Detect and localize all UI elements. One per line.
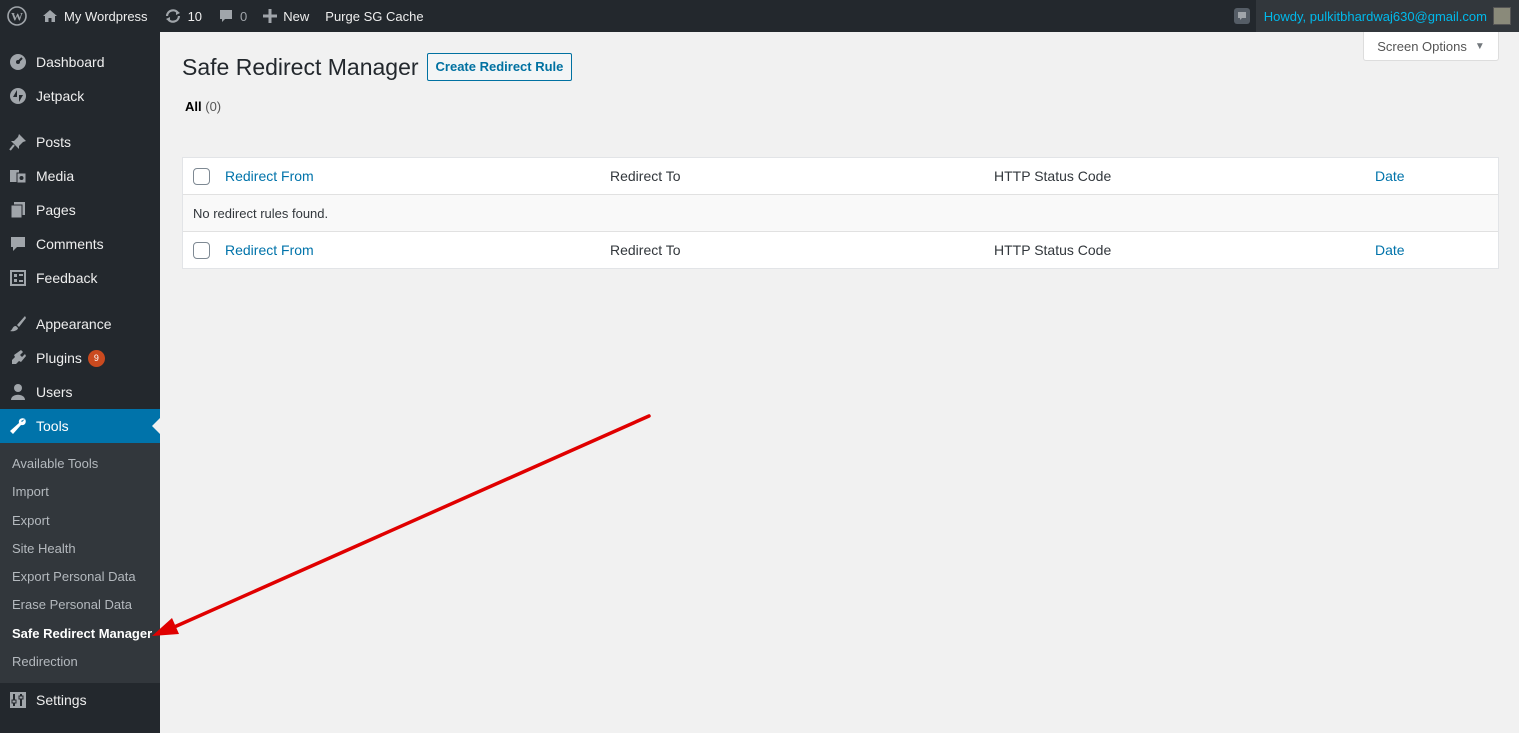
column-redirect-from[interactable]: Redirect From [225, 168, 314, 184]
dashboard-icon [8, 52, 28, 72]
purge-label: Purge SG Cache [325, 8, 424, 24]
tools-submenu: Available Tools Import Export Site Healt… [0, 443, 160, 684]
howdy-text: Howdy, pulkitbhardwaj630@gmail.com [1263, 8, 1487, 24]
purge-cache-link[interactable]: Purge SG Cache [317, 0, 431, 32]
column-http-status-code-footer: HTTP Status Code [994, 242, 1112, 258]
pages-icon [8, 200, 28, 220]
screen-options-label: Screen Options [1377, 38, 1467, 54]
sidebar-item-label: Users [36, 384, 73, 400]
sidebar-item-dashboard[interactable]: Dashboard [0, 45, 160, 79]
site-name: My Wordpress [64, 8, 148, 24]
plugins-update-badge: 9 [87, 349, 105, 367]
plus-icon [263, 9, 278, 23]
comments-count: 0 [240, 8, 248, 24]
home-icon [42, 8, 58, 24]
submenu-item-redirection[interactable]: Redirection [0, 648, 160, 676]
new-content-link[interactable]: New [255, 0, 317, 32]
sidebar-item-label: Appearance [36, 316, 112, 332]
submenu-item-export[interactable]: Export [0, 507, 160, 535]
sidebar-item-label: Jetpack [36, 88, 85, 104]
user-icon [8, 382, 28, 402]
sidebar-item-media[interactable]: Media [0, 159, 160, 193]
jetpack-icon [8, 86, 28, 106]
my-account-link[interactable]: Howdy, pulkitbhardwaj630@gmail.com [1255, 0, 1519, 32]
updates-link[interactable]: 10 [156, 0, 210, 32]
table-row: No redirect rules found. [183, 195, 1498, 231]
settings-icon [8, 690, 28, 710]
avatar [1493, 7, 1511, 25]
create-redirect-rule-button[interactable]: Create Redirect Rule [426, 53, 573, 81]
sidebar-item-tools[interactable]: Tools [0, 409, 160, 443]
filter-all-link[interactable]: All [185, 99, 202, 114]
screen-options-button[interactable]: Screen Options ▼ [1363, 32, 1499, 61]
comment-bubble-icon [218, 8, 234, 24]
svg-text:W: W [11, 10, 23, 24]
main-content: Screen Options ▼ Safe Redirect Manager C… [160, 32, 1519, 733]
submenu-item-available-tools[interactable]: Available Tools [0, 450, 160, 478]
sidebar-item-comments[interactable]: Comments [0, 227, 160, 261]
submenu-item-export-personal-data[interactable]: Export Personal Data [0, 563, 160, 591]
table-header-row: Redirect From Redirect To HTTP Status Co… [183, 158, 1498, 195]
sidebar-item-appearance[interactable]: Appearance [0, 307, 160, 341]
new-label: New [283, 8, 310, 24]
submenu-item-safe-redirect-manager[interactable]: Safe Redirect Manager [0, 620, 160, 648]
select-all-checkbox-footer[interactable] [193, 241, 210, 259]
sidebar-item-label: Tools [36, 418, 69, 434]
column-redirect-from-footer[interactable]: Redirect From [225, 242, 314, 258]
column-redirect-to: Redirect To [610, 168, 681, 184]
column-date[interactable]: Date [1375, 168, 1405, 184]
sidebar-item-settings[interactable]: Settings [0, 683, 160, 717]
redirect-rules-table: Redirect From Redirect To HTTP Status Co… [182, 157, 1499, 269]
submenu-item-erase-personal-data[interactable]: Erase Personal Data [0, 591, 160, 619]
site-name-link[interactable]: My Wordpress [34, 0, 156, 32]
sidebar-item-pages[interactable]: Pages [0, 193, 160, 227]
column-http-status-code: HTTP Status Code [994, 168, 1112, 184]
wordpress-logo-icon[interactable]: W [0, 0, 34, 32]
sidebar-item-label: Settings [36, 692, 87, 709]
sidebar-item-label: Feedback [36, 270, 98, 286]
notification-icon[interactable] [1228, 0, 1256, 32]
empty-message: No redirect rules found. [193, 205, 329, 221]
table-footer-row: Redirect From Redirect To HTTP Status Co… [183, 231, 1498, 268]
caret-down-icon: ▼ [1474, 40, 1485, 52]
sidebar-item-label: Comments [36, 236, 104, 252]
status-filter: All (0) [185, 99, 221, 114]
comment-icon [8, 234, 28, 254]
sidebar-item-label: Dashboard [36, 54, 105, 70]
wrench-icon [8, 416, 28, 436]
plug-icon [8, 348, 28, 368]
sidebar-item-label: Plugins [36, 350, 82, 366]
sidebar-item-plugins[interactable]: Plugins 9 [0, 341, 160, 375]
brush-icon [8, 314, 28, 334]
column-date-footer[interactable]: Date [1375, 242, 1405, 258]
comments-link[interactable]: 0 [210, 0, 255, 32]
sidebar-item-label: Pages [36, 202, 76, 218]
submenu-item-site-health[interactable]: Site Health [0, 535, 160, 563]
updates-count: 10 [187, 8, 203, 24]
select-all-checkbox[interactable] [193, 167, 210, 185]
sidebar-item-posts[interactable]: Posts [0, 125, 160, 159]
filter-all-count: (0) [205, 99, 222, 114]
pin-icon [8, 132, 28, 152]
admin-sidebar: Dashboard Jetpack Posts Media Pages Comm… [0, 32, 160, 733]
column-redirect-to-footer: Redirect To [610, 242, 681, 258]
submenu-item-import[interactable]: Import [0, 478, 160, 506]
updates-icon [164, 8, 182, 24]
sidebar-item-feedback[interactable]: Feedback [0, 261, 160, 295]
media-icon [8, 166, 28, 186]
feedback-icon [8, 268, 28, 288]
sidebar-item-label: Posts [36, 134, 72, 150]
page-title: Safe Redirect Manager [182, 53, 419, 80]
sidebar-item-users[interactable]: Users [0, 375, 160, 409]
sidebar-item-jetpack[interactable]: Jetpack [0, 79, 160, 113]
admin-bar: W My Wordpress 10 0 New Purge SG Cache H… [0, 0, 1519, 32]
sidebar-item-label: Media [36, 168, 75, 184]
